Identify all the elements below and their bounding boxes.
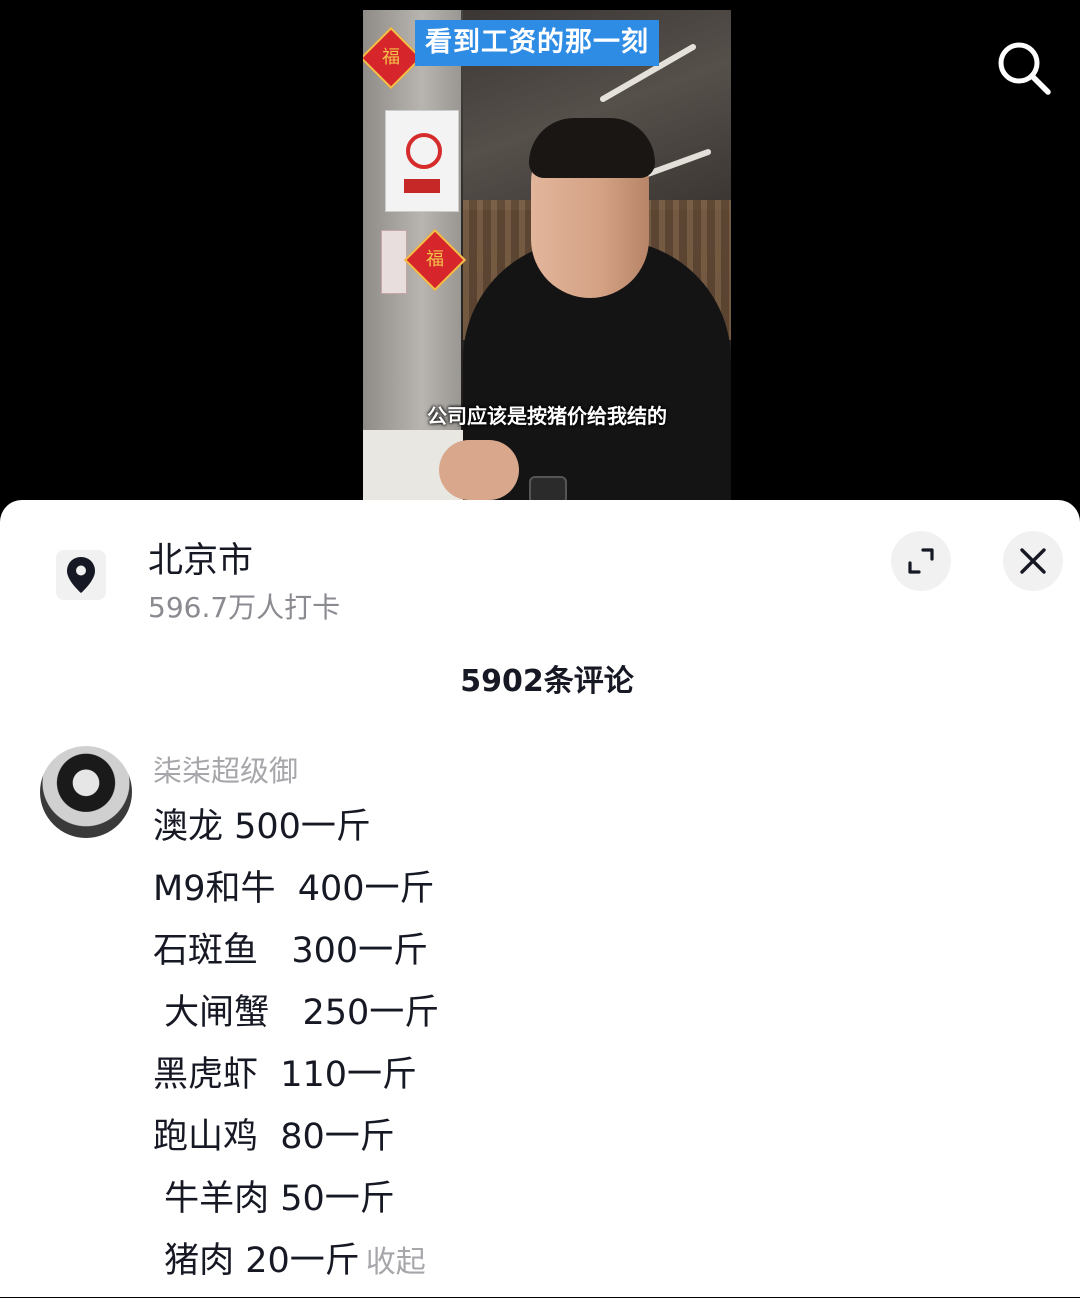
fu-char: 福 [382,47,400,68]
video-person-hair [529,118,655,178]
wall-scroll [381,230,407,294]
sign-label [404,179,440,193]
comment-line: 猪肉 20一斤 [153,1241,360,1281]
comment-author[interactable]: 柒柒超级御 [153,748,298,790]
video-subtitle: 公司应该是按猪价给我结的 [427,404,667,428]
no-entry-sign [385,110,459,212]
video-watch [529,476,567,500]
comment-line: 澳龙 500一斤 [153,807,371,847]
comment-line: 石斑鱼 300一斤 [153,931,429,971]
comment-sheet: 北京市 596.7万人打卡 5902条评论 柒柒超级御 澳龙 500一斤 M9和… [0,500,1080,1297]
comment-last-line: 猪肉 20一斤 收起 [153,1236,439,1298]
location-name[interactable]: 北京市 [148,532,253,583]
search-button[interactable] [994,38,1054,98]
fu-char: 福 [426,249,444,270]
comment-line: 大闸蟹 250一斤 [153,993,440,1033]
location-checkins: 596.7万人打卡 [148,591,341,624]
video-person-hand [439,440,519,500]
video-area[interactable]: 福 福 看到工资的那一刻 公司应该是按猪价给我结的 [0,0,1080,510]
location-pin-icon [67,557,95,593]
comment-line: 牛羊肉 50一斤 [153,1179,395,1219]
comment-text: 澳龙 500一斤 M9和牛 400一斤 石斑鱼 300一斤 大闸蟹 250一斤 … [153,802,439,1298]
expand-icon [908,548,934,574]
video-title-banner: 看到工资的那一刻 [415,20,659,66]
avatar[interactable] [40,746,132,838]
comment-line: 黑虎虾 110一斤 [153,1055,418,1095]
close-button[interactable] [1003,531,1063,591]
no-entry-icon [406,133,442,169]
collapse-link[interactable]: 收起 [366,1245,426,1280]
comments-count: 5902条评论 [460,664,634,699]
search-icon [998,42,1051,95]
close-icon [1020,548,1046,574]
location-card-icon[interactable] [56,550,106,600]
comment-line: M9和牛 400一斤 [153,869,435,909]
video-frame[interactable]: 福 福 看到工资的那一刻 公司应该是按猪价给我结的 [363,10,731,500]
expand-button[interactable] [891,531,951,591]
comment-line: 跑山鸡 80一斤 [153,1117,395,1157]
